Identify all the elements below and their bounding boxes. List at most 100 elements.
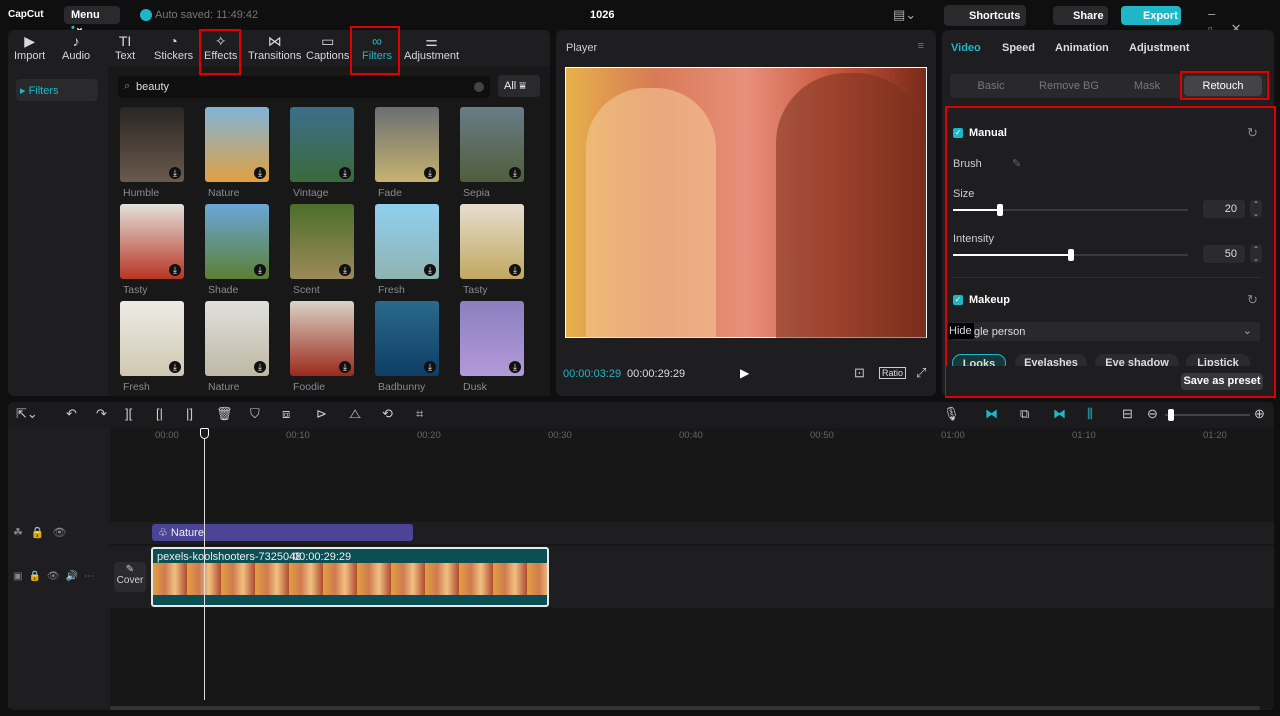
menu-button[interactable]: Menu •⌄ [64, 6, 120, 34]
filter-all-dropdown[interactable]: All ⩸ [498, 75, 540, 97]
split-right-icon[interactable]: |] [186, 406, 193, 421]
split-left-icon[interactable]: [| [156, 406, 163, 421]
snap-icon[interactable]: ⧓ [985, 406, 998, 422]
filter-thumbnail[interactable]: ⤓ [290, 107, 354, 182]
layout-icon[interactable]: ▤⌄ [893, 7, 916, 23]
caption-icon[interactable]: ⊟ [1122, 406, 1133, 422]
filter-thumbnail[interactable]: ⤓ [290, 301, 354, 376]
download-icon[interactable]: ⤓ [509, 361, 521, 373]
tab-animation[interactable]: Animation [1055, 42, 1109, 54]
filter-thumbnail[interactable]: ⤓ [205, 107, 269, 182]
filter-thumbnail[interactable]: ⤓ [460, 301, 524, 376]
tab-text[interactable]: TI Text [115, 32, 135, 62]
size-input[interactable]: 20 [1203, 200, 1245, 218]
mirror-icon[interactable]: ⧍ [349, 406, 361, 422]
mic-icon[interactable]: 🎙 [943, 406, 960, 422]
tab-adjustment[interactable]: ⚌ Adjustment [404, 32, 459, 62]
sidebar-item-filters[interactable]: ▸ Filters [16, 79, 98, 101]
reverse-icon[interactable]: ⊳ [316, 406, 327, 422]
filter-thumbnail[interactable]: ⤓ [205, 204, 269, 279]
size-stepper[interactable]: ⌃ ⌄ [1250, 200, 1262, 218]
person-select[interactable]: gle person ⌄ [952, 322, 1260, 341]
brush-icon[interactable]: ✎ [1012, 157, 1021, 170]
playhead-handle[interactable] [200, 428, 209, 439]
playhead[interactable] [204, 430, 205, 700]
select-icon[interactable]: ⇱⌄ [16, 406, 38, 422]
play-button[interactable]: ▶ [740, 366, 749, 380]
freeze-icon[interactable]: ⧈ [282, 406, 290, 422]
cover-button[interactable]: ✎ Cover [114, 562, 146, 592]
filter-thumbnail[interactable]: ⤓ [375, 107, 439, 182]
shortcuts-button[interactable]: Shortcuts [944, 5, 1026, 26]
tab-audio[interactable]: ♪ Audio [62, 32, 90, 62]
save-as-preset-button[interactable]: Save as preset [1181, 373, 1263, 390]
fullscreen-icon[interactable]: ⤢ [916, 365, 926, 381]
reset-icon[interactable]: ↻ [1247, 125, 1258, 141]
download-icon[interactable]: ⤓ [509, 167, 521, 179]
redo-icon[interactable]: ↷ [96, 406, 107, 422]
link-icon[interactable]: ⧉ [1020, 406, 1029, 422]
filter-thumbnail[interactable]: ⤓ [460, 107, 524, 182]
player-menu-icon[interactable]: ≡ [918, 40, 924, 52]
video-track-controls[interactable]: ▣🔒👁🔊⋯ [13, 571, 100, 582]
subtab-basic[interactable]: Basic [952, 76, 1030, 96]
download-icon[interactable]: ⤓ [339, 167, 351, 179]
tab-speed[interactable]: Speed [1002, 42, 1035, 54]
zoom-out-icon[interactable]: ⊖ [1147, 406, 1158, 422]
subtab-mask[interactable]: Mask [1108, 76, 1186, 96]
filter-thumbnail[interactable]: ⤓ [460, 204, 524, 279]
horizontal-scrollbar[interactable] [110, 706, 1260, 710]
video-clip[interactable]: pexels-koolshooters-7325048 00:00:29:29 [151, 547, 549, 607]
filter-thumbnail[interactable]: ⤓ [120, 204, 184, 279]
intensity-input[interactable]: 50 [1203, 245, 1245, 263]
crop-icon[interactable]: ⌗ [416, 406, 423, 422]
subtab-remove-bg[interactable]: Remove BG [1030, 76, 1108, 96]
filter-thumbnail[interactable]: ⤓ [205, 301, 269, 376]
download-icon[interactable]: ⤓ [169, 167, 181, 179]
fit-icon[interactable]: ⊡ [854, 365, 865, 381]
makeup-checkbox[interactable]: ✓ [953, 295, 963, 305]
download-icon[interactable]: ⤓ [509, 264, 521, 276]
intensity-slider[interactable] [953, 249, 1188, 261]
delete-icon[interactable]: 🗑 [216, 406, 233, 422]
tab-captions[interactable]: ▭ Captions [306, 32, 349, 62]
split-icon[interactable]: ][ [125, 406, 132, 421]
preview-axis-icon[interactable]: ⧓ [1053, 406, 1066, 422]
size-slider[interactable] [953, 204, 1188, 216]
download-icon[interactable]: ⤓ [424, 264, 436, 276]
download-icon[interactable]: ⤓ [254, 167, 266, 179]
zoom-slider[interactable] [1165, 409, 1250, 421]
filter-thumbnail[interactable]: ⤓ [120, 107, 184, 182]
download-icon[interactable]: ⤓ [339, 264, 351, 276]
tab-stickers[interactable]: ◔ Stickers [154, 32, 193, 62]
clear-icon[interactable] [474, 82, 484, 92]
zoom-in-icon[interactable]: ⊕ [1254, 406, 1265, 422]
tab-transitions[interactable]: ⋈ Transitions [248, 32, 301, 62]
download-icon[interactable]: ⤓ [169, 361, 181, 373]
download-icon[interactable]: ⤓ [424, 361, 436, 373]
search-input[interactable]: ⌕ beauty [118, 76, 490, 98]
makeup-reset-icon[interactable]: ↻ [1247, 292, 1258, 308]
filter-thumbnail[interactable]: ⤓ [120, 301, 184, 376]
filter-track-controls[interactable]: ☘🔒👁 [13, 526, 75, 539]
split-icon[interactable]: ⫼ [1087, 406, 1093, 422]
marker-icon[interactable]: ⛉ [250, 406, 260, 422]
filter-thumbnail[interactable]: ⤓ [375, 204, 439, 279]
tab-import[interactable]: ▶ Import [14, 32, 45, 62]
download-icon[interactable]: ⤓ [169, 264, 181, 276]
tab-video[interactable]: Video [951, 42, 981, 54]
export-button[interactable]: Export [1121, 6, 1181, 25]
manual-checkbox[interactable]: ✓ [953, 128, 963, 138]
rotate-icon[interactable]: ⟲ [382, 406, 393, 422]
download-icon[interactable]: ⤓ [339, 361, 351, 373]
filter-clip-nature[interactable]: ♧ Nature [152, 524, 413, 541]
download-icon[interactable]: ⤓ [424, 167, 436, 179]
tab-adjustment[interactable]: Adjustment [1129, 42, 1190, 54]
video-preview[interactable] [565, 67, 927, 338]
filter-thumbnail[interactable]: ⤓ [375, 301, 439, 376]
ratio-button[interactable]: Ratio [879, 367, 907, 379]
share-button[interactable]: Share [1053, 6, 1108, 25]
filter-thumbnail[interactable]: ⤓ [290, 204, 354, 279]
undo-icon[interactable]: ↶ [66, 406, 77, 422]
intensity-stepper[interactable]: ⌃ ⌄ [1250, 245, 1262, 263]
